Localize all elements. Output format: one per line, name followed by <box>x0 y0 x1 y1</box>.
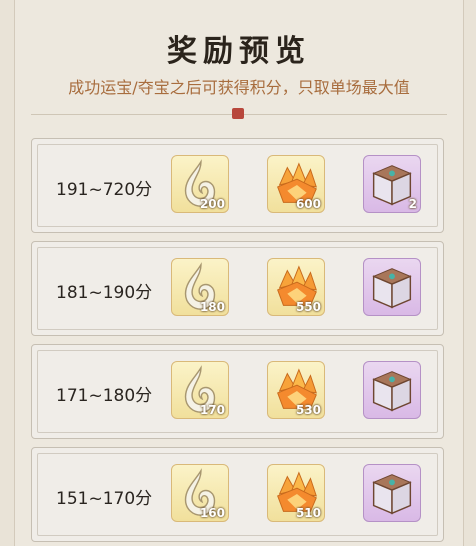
crystal-item[interactable]: 530 <box>267 361 325 419</box>
page-title: 奖励预览 <box>167 34 311 69</box>
seal-icon <box>232 108 244 119</box>
jade-item[interactable]: 180 <box>171 258 229 316</box>
crystal-item[interactable]: 600 <box>267 155 325 213</box>
score-range: 171~180分 <box>56 386 153 406</box>
treasure-chest-icon <box>372 474 412 515</box>
item-count: 510 <box>295 506 321 520</box>
jade-item[interactable]: 200 <box>171 155 229 213</box>
score-range: 181~190分 <box>56 283 153 303</box>
item-count: 600 <box>295 197 321 211</box>
jade-item[interactable]: 170 <box>171 361 229 419</box>
treasure-chest-icon <box>372 371 412 412</box>
crystal-item[interactable]: 510 <box>267 464 325 522</box>
subtitle: 成功运宝/夺宝之后可获得积分，只取单场最大值 <box>68 78 410 97</box>
item-count: 170 <box>199 403 225 417</box>
item-count: 2 <box>408 197 417 211</box>
reward-row: 181~190分 180 550 <box>31 241 444 336</box>
score-range: 151~170分 <box>56 489 153 509</box>
chest-item[interactable] <box>363 258 421 316</box>
item-count: 530 <box>295 403 321 417</box>
chest-item[interactable] <box>363 464 421 522</box>
chest-item[interactable]: 2 <box>363 155 421 213</box>
item-count: 180 <box>199 300 225 314</box>
reward-row: 171~180分 170 530 <box>31 344 444 439</box>
reward-row: 151~170分 160 510 <box>31 447 444 542</box>
item-count: 200 <box>199 197 225 211</box>
item-count: 160 <box>199 506 225 520</box>
treasure-chest-icon <box>372 268 412 309</box>
item-count: 550 <box>295 300 321 314</box>
chest-item[interactable] <box>363 361 421 419</box>
score-range: 191~720分 <box>56 180 153 200</box>
reward-preview-panel: 奖励预览 成功运宝/夺宝之后可获得积分，只取单场最大值 191~720分 200… <box>14 0 464 546</box>
reward-row: 191~720分 200 600 2 <box>31 138 444 233</box>
jade-item[interactable]: 160 <box>171 464 229 522</box>
crystal-item[interactable]: 550 <box>267 258 325 316</box>
